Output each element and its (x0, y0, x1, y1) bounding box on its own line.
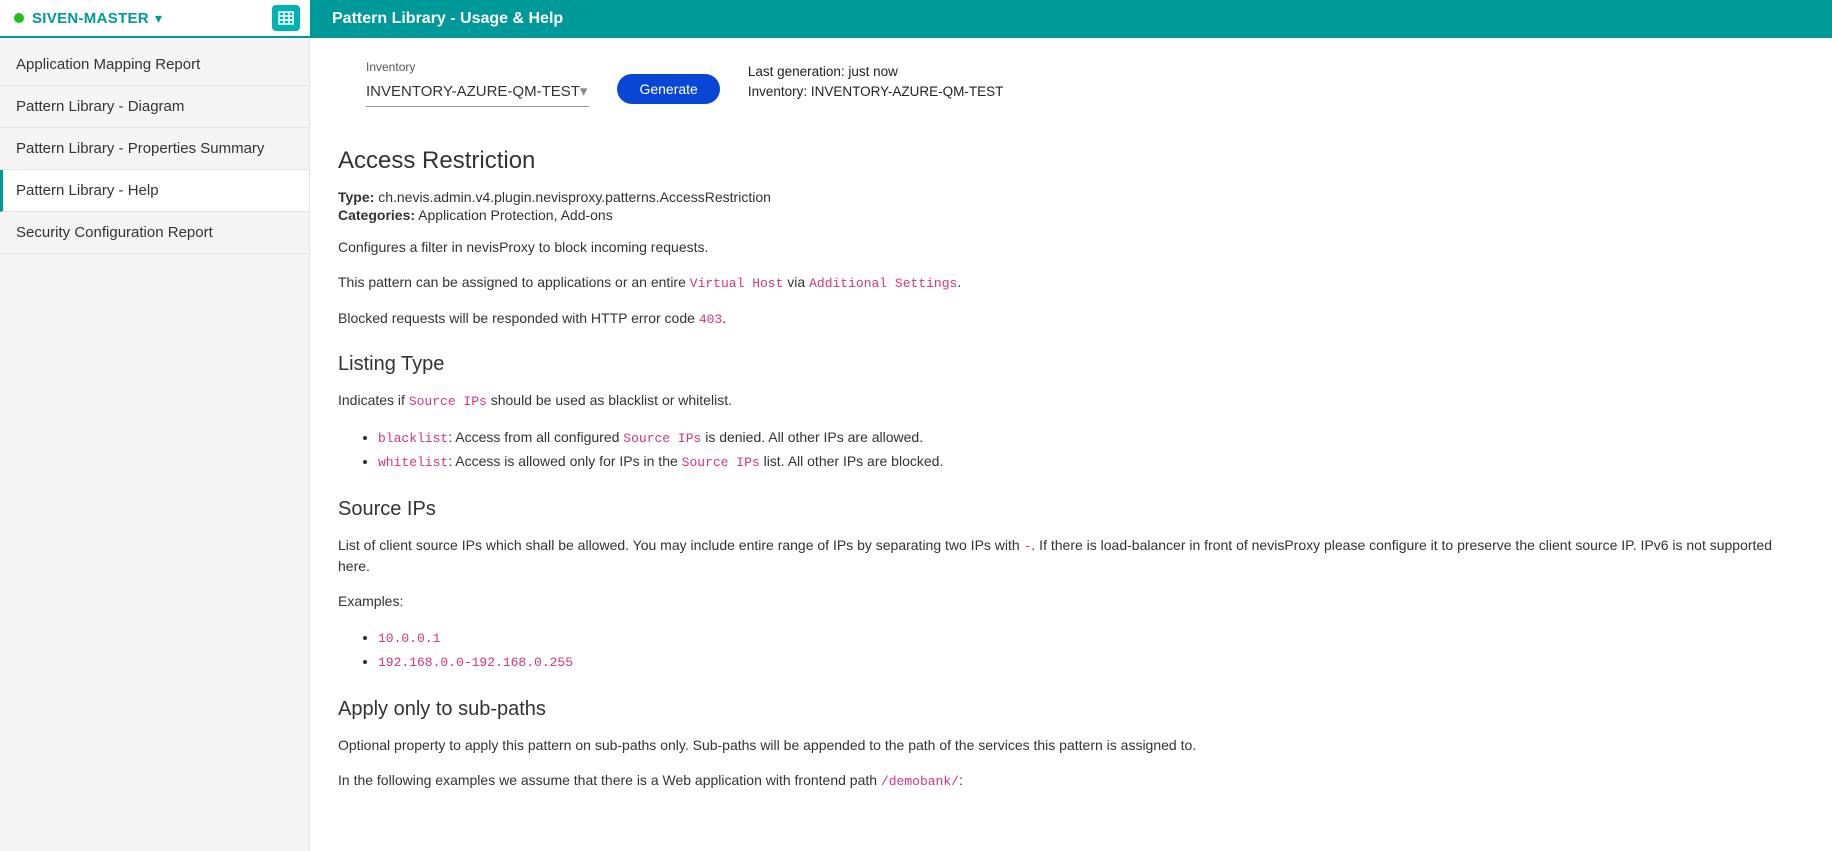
code-403: 403 (699, 312, 722, 327)
doc-paragraph: Configures a filter in nevisProxy to blo… (338, 237, 1804, 258)
sidebar: Application Mapping Report Pattern Libra… (0, 38, 310, 851)
doc-paragraph: Blocked requests will be responded with … (338, 308, 1804, 330)
doc-categories-line: Categories: Application Protection, Add-… (338, 207, 1804, 223)
categories-label: Categories: (338, 207, 415, 223)
code-virtual-host: Virtual Host (690, 276, 784, 291)
list-item: 192.168.0.0-192.168.0.255 (378, 650, 1804, 674)
code-example-ip: 10.0.0.1 (378, 631, 440, 646)
status-dot-icon (14, 13, 24, 23)
controls-row: Inventory INVENTORY-AZURE-QM-TEST ▾ Gene… (366, 60, 1804, 107)
doc-paragraph: Optional property to apply this pattern … (338, 735, 1804, 756)
doc-subheading-listing-type: Listing Type (338, 353, 1804, 376)
table-grid-icon (278, 11, 294, 25)
type-label: Type: (338, 189, 374, 205)
code-example-ip-range: 192.168.0.0-192.168.0.255 (378, 655, 573, 670)
inventory-value: INVENTORY-AZURE-QM-TEST (366, 83, 580, 100)
doc-subheading-apply-subpaths: Apply only to sub-paths (338, 698, 1804, 721)
generation-status: Last generation: just now Inventory: INV… (748, 62, 1004, 103)
chevron-down-icon: ▾ (580, 82, 588, 100)
code-source-ips: Source IPs (623, 431, 701, 446)
examples-label: Examples: (338, 591, 1804, 612)
page-title: Pattern Library - Usage & Help (310, 10, 563, 28)
doc-type-line: Type: ch.nevis.admin.v4.plugin.nevisprox… (338, 189, 1804, 205)
inventory-select[interactable]: INVENTORY-AZURE-QM-TEST ▾ (366, 78, 589, 107)
listing-type-list: blacklist: Access from all configured So… (378, 426, 1804, 474)
list-item: whitelist: Access is allowed only for IP… (378, 450, 1804, 474)
inventory-label: Inventory (366, 60, 589, 74)
doc-content: Access Restriction Type: ch.nevis.admin.… (338, 147, 1804, 792)
project-name: SIVEN-MASTER (32, 10, 149, 27)
sidebar-item-pattern-help[interactable]: Pattern Library - Help (0, 170, 309, 212)
caret-down-icon: ▾ (155, 10, 162, 27)
grid-view-button[interactable] (272, 5, 300, 31)
doc-paragraph: In the following examples we assume that… (338, 770, 1804, 792)
project-selector[interactable]: SIVEN-MASTER ▾ (0, 0, 310, 38)
type-value: ch.nevis.admin.v4.plugin.nevisproxy.patt… (378, 189, 771, 205)
status-last-generation: Last generation: just now (748, 62, 1004, 82)
doc-subheading-source-ips: Source IPs (338, 498, 1804, 521)
sidebar-item-properties-summary[interactable]: Pattern Library - Properties Summary (0, 128, 309, 170)
topbar: SIVEN-MASTER ▾ Pattern Library - Usage &… (0, 0, 1832, 38)
doc-paragraph: This pattern can be assigned to applicat… (338, 272, 1804, 294)
doc-heading: Access Restriction (338, 147, 1804, 175)
doc-paragraph: List of client source IPs which shall be… (338, 535, 1804, 578)
code-whitelist: whitelist (378, 455, 448, 470)
sidebar-item-application-mapping[interactable]: Application Mapping Report (0, 44, 309, 86)
list-item: blacklist: Access from all configured So… (378, 426, 1804, 450)
categories-value: Application Protection, Add-ons (418, 207, 613, 223)
code-demobank-path: /demobank/ (881, 774, 959, 789)
code-source-ips: Source IPs (682, 455, 760, 470)
sidebar-item-pattern-diagram[interactable]: Pattern Library - Diagram (0, 86, 309, 128)
doc-paragraph: Indicates if Source IPs should be used a… (338, 390, 1804, 412)
code-source-ips: Source IPs (409, 394, 487, 409)
code-additional-settings: Additional Settings (809, 276, 957, 291)
generate-button[interactable]: Generate (617, 74, 719, 104)
inventory-block: Inventory INVENTORY-AZURE-QM-TEST ▾ (366, 60, 589, 107)
main-content: Inventory INVENTORY-AZURE-QM-TEST ▾ Gene… (310, 38, 1832, 851)
status-inventory: Inventory: INVENTORY-AZURE-QM-TEST (748, 82, 1004, 102)
examples-list: 10.0.0.1 192.168.0.0-192.168.0.255 (378, 626, 1804, 674)
sidebar-item-security-config-report[interactable]: Security Configuration Report (0, 212, 309, 254)
list-item: 10.0.0.1 (378, 626, 1804, 650)
code-blacklist: blacklist (378, 431, 448, 446)
